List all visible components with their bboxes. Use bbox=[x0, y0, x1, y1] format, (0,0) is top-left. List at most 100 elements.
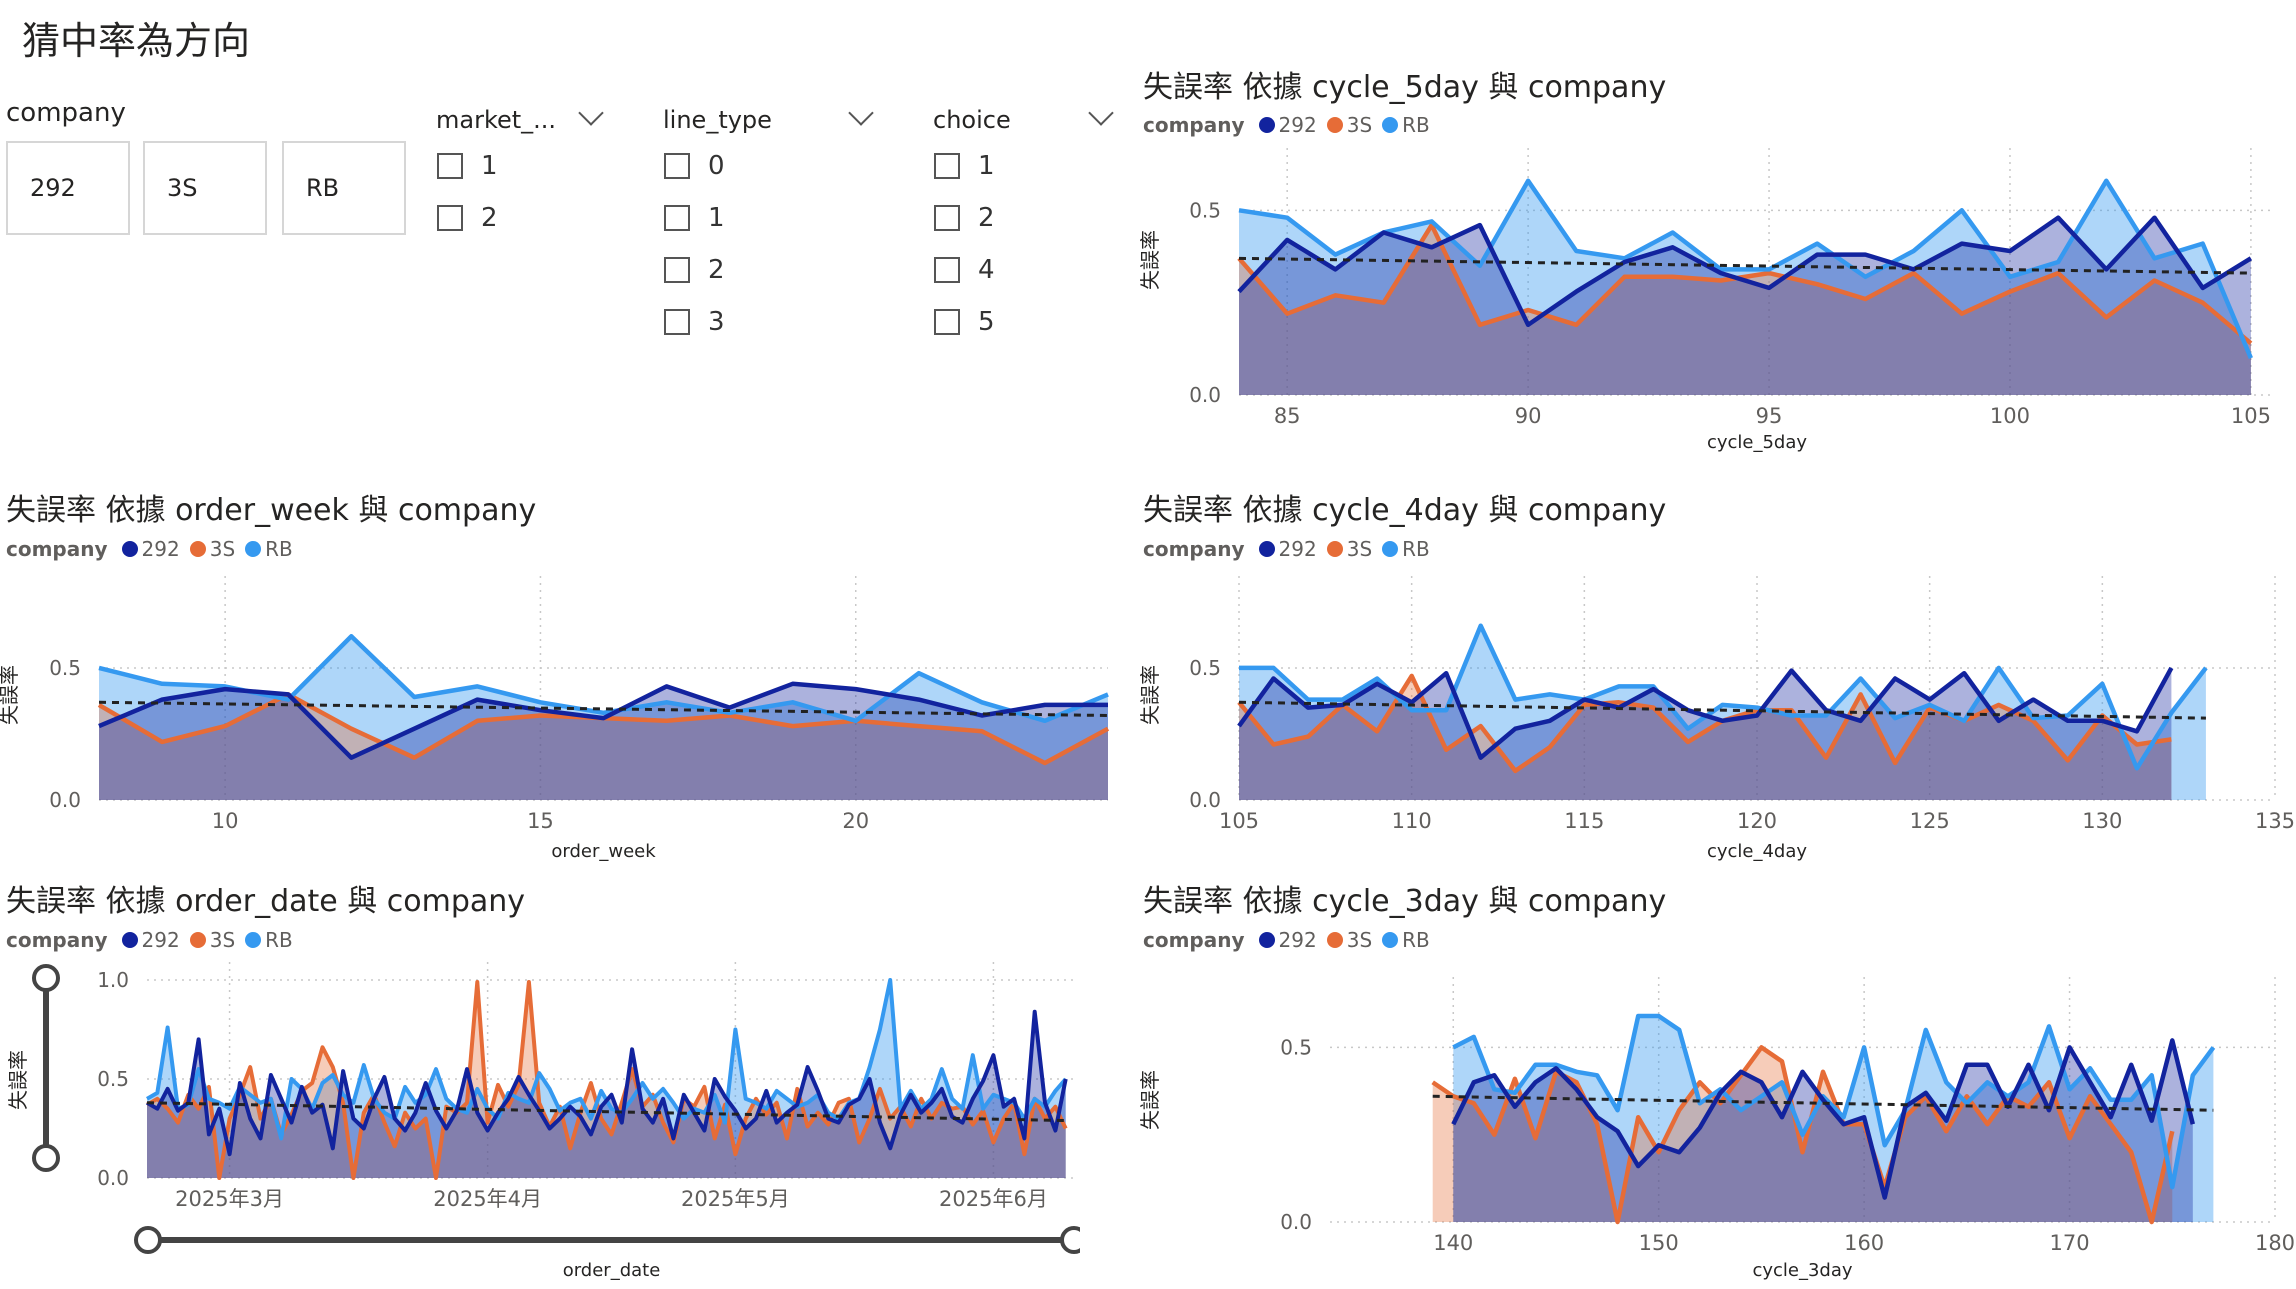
company-tile-rb[interactable]: RB bbox=[282, 141, 406, 235]
checkbox[interactable] bbox=[664, 309, 690, 335]
trend-line bbox=[1238, 700, 2206, 720]
line-series-292[interactable] bbox=[98, 681, 1108, 760]
legend-label: 3S bbox=[209, 928, 236, 952]
chart-legend-week: company 292 3S RB bbox=[6, 537, 303, 561]
area-series-3s bbox=[147, 982, 1066, 1178]
x-tick-label: 160 bbox=[1844, 1231, 1884, 1255]
choice-option-5[interactable]: 5 bbox=[934, 307, 995, 337]
legend-item-rb[interactable]: RB bbox=[245, 928, 293, 952]
checkbox[interactable] bbox=[934, 205, 960, 231]
line-type-chevron-down-icon[interactable] bbox=[848, 100, 874, 126]
legend-item-rb[interactable]: RB bbox=[245, 537, 293, 561]
legend-label: 292 bbox=[141, 928, 180, 952]
choice-option-4[interactable]: 4 bbox=[934, 255, 995, 285]
y-tick-label: 1.0 bbox=[97, 968, 129, 992]
legend-item-292[interactable]: 292 bbox=[121, 928, 180, 952]
line-series-rb[interactable] bbox=[1238, 178, 2253, 359]
legend-dot-icon bbox=[1258, 117, 1275, 133]
company-tile-292[interactable]: 292 bbox=[6, 141, 130, 235]
chart-title-cycle3: 失誤率 依據 cycle_3day 與 company bbox=[1143, 884, 1667, 919]
x-tick-label: 135 bbox=[2255, 809, 2295, 833]
checkbox[interactable] bbox=[437, 205, 463, 231]
legend-item-rb[interactable]: RB bbox=[1382, 113, 1430, 137]
option-label: 2 bbox=[708, 255, 725, 285]
x-tick-label: 95 bbox=[1756, 404, 1783, 428]
legend-item-292[interactable]: 292 bbox=[1258, 928, 1317, 952]
legend-label: RB bbox=[1402, 928, 1430, 952]
x-tick-label: 20 bbox=[842, 809, 869, 833]
legend-title: company bbox=[1143, 537, 1245, 561]
checkbox[interactable] bbox=[437, 153, 463, 179]
legend-item-3s[interactable]: 3S bbox=[1326, 113, 1372, 137]
x-tick-label: 140 bbox=[1433, 1231, 1473, 1255]
legend-item-rb[interactable]: RB bbox=[1382, 537, 1430, 561]
legend-item-3s[interactable]: 3S bbox=[1326, 928, 1372, 952]
checkbox[interactable] bbox=[664, 257, 690, 283]
slider-top-handle[interactable] bbox=[32, 964, 60, 992]
line-type-option-1[interactable]: 1 bbox=[664, 203, 725, 233]
legend-dot-icon bbox=[245, 541, 262, 557]
x-tick-label: 105 bbox=[1219, 809, 1259, 833]
area-series-rb bbox=[147, 980, 1066, 1178]
legend-dot-icon bbox=[1258, 932, 1275, 948]
legend-item-3s[interactable]: 3S bbox=[1326, 537, 1372, 561]
line-series-3s[interactable] bbox=[1431, 1045, 2175, 1225]
slider-end-handle[interactable] bbox=[1060, 1226, 1080, 1254]
line-series-rb[interactable] bbox=[1452, 1013, 2216, 1190]
slider-start-handle[interactable] bbox=[134, 1226, 162, 1254]
line-series-3s[interactable] bbox=[1237, 673, 2172, 774]
choice-option-1[interactable]: 1 bbox=[934, 151, 995, 181]
x-tick-label: 105 bbox=[2231, 404, 2271, 428]
y-range-slider[interactable] bbox=[28, 962, 68, 1184]
y-tick-label: 0.0 bbox=[1189, 788, 1221, 812]
line-series-3s[interactable] bbox=[1237, 222, 2253, 346]
line-type-option-3[interactable]: 3 bbox=[664, 307, 725, 337]
line-series-292[interactable] bbox=[1451, 1038, 2195, 1200]
area-series-3s bbox=[1239, 225, 2251, 395]
y-tick-label: 0.5 bbox=[1189, 198, 1221, 222]
legend-dot-icon bbox=[121, 932, 138, 948]
area-series-292 bbox=[99, 683, 1108, 800]
line-type-option-2[interactable]: 2 bbox=[664, 255, 725, 285]
legend-item-3s[interactable]: 3S bbox=[189, 537, 235, 561]
market-option-2[interactable]: 2 bbox=[437, 203, 498, 233]
line-series-rb[interactable] bbox=[98, 634, 1109, 724]
market-chevron-down-icon[interactable] bbox=[578, 100, 604, 126]
line-type-option-0[interactable]: 0 bbox=[664, 151, 725, 181]
x-tick-label: 90 bbox=[1515, 404, 1542, 428]
area-series-3s bbox=[99, 694, 1108, 800]
line-series-292[interactable] bbox=[1237, 215, 2253, 328]
line-series-3s[interactable] bbox=[97, 692, 1110, 766]
line-series-3s[interactable] bbox=[146, 980, 1068, 1180]
line-series-292[interactable] bbox=[146, 1009, 1068, 1157]
choice-chevron-down-icon[interactable] bbox=[1088, 100, 1114, 126]
slider-bottom-handle[interactable] bbox=[32, 1144, 60, 1172]
checkbox[interactable] bbox=[934, 153, 960, 179]
legend-item-292[interactable]: 292 bbox=[1258, 537, 1317, 561]
market-option-1[interactable]: 1 bbox=[437, 151, 498, 181]
option-label: 0 bbox=[708, 151, 725, 181]
choice-slicer-title: choice bbox=[933, 106, 1011, 134]
choice-option-2[interactable]: 2 bbox=[934, 203, 995, 233]
checkbox[interactable] bbox=[664, 205, 690, 231]
legend-item-rb[interactable]: RB bbox=[1382, 928, 1430, 952]
x-tick-label: 2025年6月 bbox=[939, 1187, 1048, 1211]
legend-label: RB bbox=[265, 537, 293, 561]
x-tick-label: 125 bbox=[1910, 809, 1950, 833]
legend-label: RB bbox=[265, 928, 293, 952]
tile-label: 292 bbox=[30, 174, 76, 202]
legend-item-292[interactable]: 292 bbox=[121, 537, 180, 561]
line-series-292[interactable] bbox=[1237, 666, 2174, 760]
line-series-rb[interactable] bbox=[1239, 623, 2208, 771]
x-tick-label: 110 bbox=[1392, 809, 1432, 833]
legend-item-3s[interactable]: 3S bbox=[189, 928, 236, 952]
checkbox[interactable] bbox=[664, 153, 690, 179]
checkbox[interactable] bbox=[934, 257, 960, 283]
company-tile-3s[interactable]: 3S bbox=[143, 141, 267, 235]
date-range-slider[interactable] bbox=[130, 1222, 1080, 1262]
checkbox[interactable] bbox=[934, 309, 960, 335]
legend-dot-icon bbox=[1326, 932, 1343, 948]
legend-item-292[interactable]: 292 bbox=[1258, 113, 1317, 137]
company-slicer-title: company bbox=[6, 98, 126, 128]
line-series-rb[interactable] bbox=[146, 978, 1068, 1141]
